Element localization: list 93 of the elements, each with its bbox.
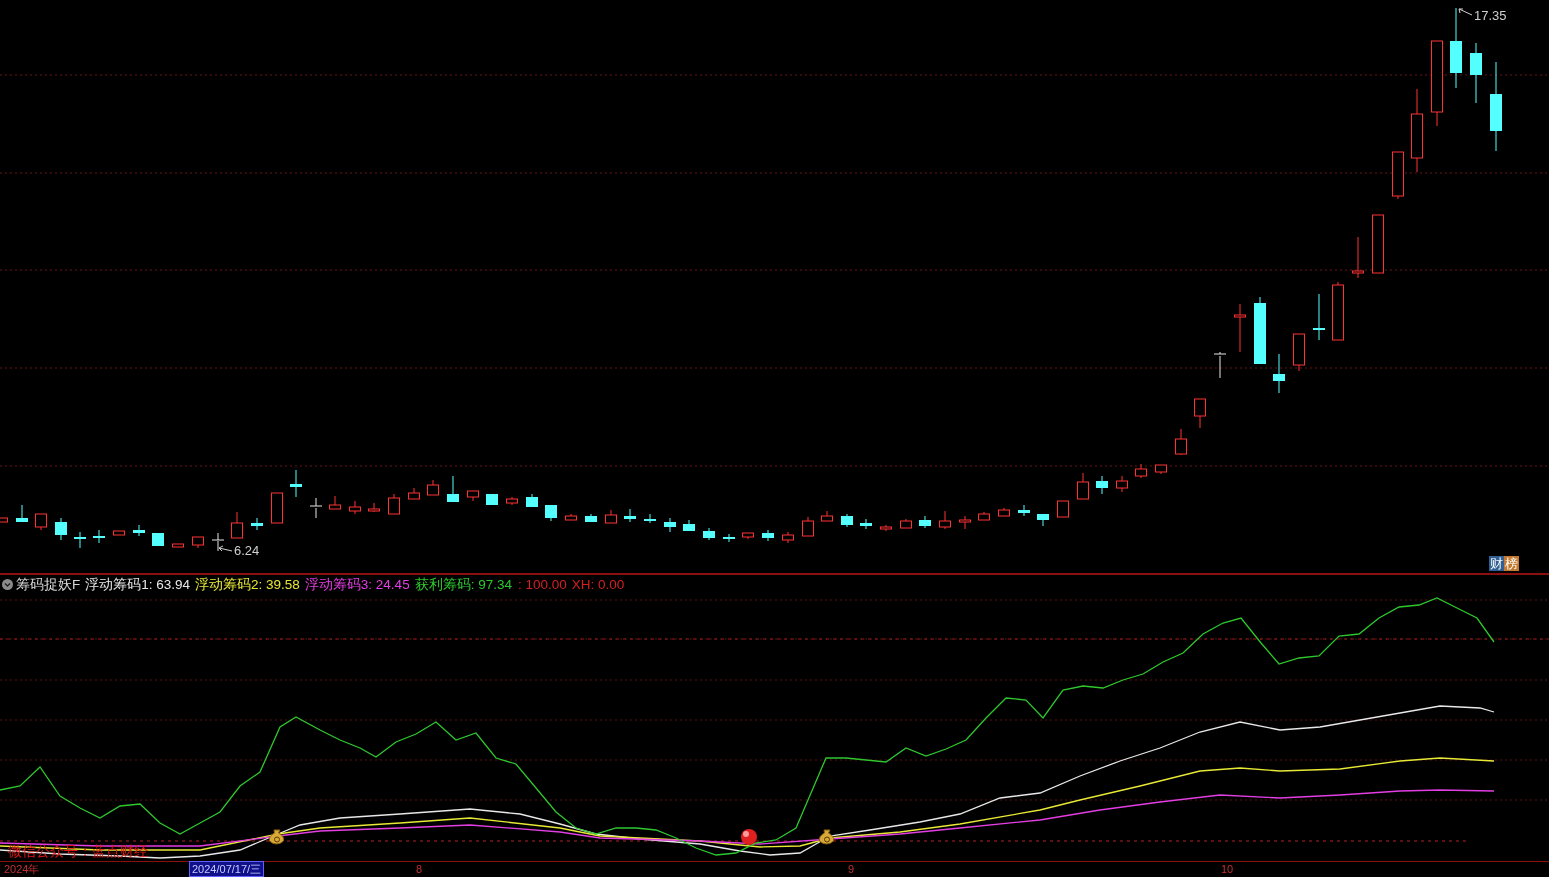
candlestick xyxy=(585,513,597,523)
candlestick xyxy=(545,504,557,522)
candlestick xyxy=(978,511,990,521)
candlestick xyxy=(860,518,872,530)
money-bag-icon xyxy=(818,829,835,845)
candlestick xyxy=(998,507,1010,517)
candlestick xyxy=(526,493,538,508)
candlestick xyxy=(74,531,86,549)
candlestick xyxy=(1116,475,1128,493)
candlestick xyxy=(742,532,754,540)
candlestick xyxy=(1057,500,1069,518)
candlestick xyxy=(349,500,361,515)
candlestick xyxy=(1352,236,1364,279)
candlestick xyxy=(1332,281,1344,341)
axis-label: 2024年 xyxy=(3,862,41,876)
candlestick xyxy=(1293,333,1305,372)
candlestick xyxy=(93,529,105,544)
candlestick xyxy=(1254,296,1266,365)
indicator-value: 浮动筹码2: 39.58 xyxy=(195,577,300,592)
axis-label: 10 xyxy=(1220,862,1235,876)
candlestick xyxy=(1037,513,1049,527)
candlestick xyxy=(1155,464,1167,475)
candlestick xyxy=(782,531,794,544)
candlestick xyxy=(841,513,853,528)
candlestick xyxy=(565,513,577,521)
leader-line xyxy=(1458,8,1473,16)
indicator-value: XH: 0.00 xyxy=(571,577,625,592)
candlestick xyxy=(1096,475,1108,495)
candlestick xyxy=(388,493,400,515)
candlestick xyxy=(762,529,774,542)
money-bag-icon xyxy=(268,829,285,845)
candlestick xyxy=(486,493,498,506)
candlestick xyxy=(133,524,145,537)
leader-line xyxy=(218,545,233,552)
candlestick xyxy=(605,509,617,524)
candlestick xyxy=(959,515,971,530)
candlestick xyxy=(329,495,341,510)
candlestick xyxy=(1470,42,1482,104)
candlestick xyxy=(290,469,302,498)
candlestick xyxy=(172,543,184,548)
candlestick xyxy=(506,496,518,506)
candlestick xyxy=(1392,151,1404,200)
candlestick xyxy=(427,479,439,496)
candlestick xyxy=(919,515,931,529)
candlestick xyxy=(723,533,735,543)
candlestick xyxy=(55,517,67,541)
indicator-value: 浮动筹码3: 24.45 xyxy=(304,577,410,592)
candlestick xyxy=(1273,353,1285,394)
candlestick xyxy=(624,508,636,523)
candlestick xyxy=(821,510,833,522)
candlestick xyxy=(16,504,28,523)
axis-label: 9 xyxy=(847,862,856,876)
ball-icon xyxy=(741,829,757,845)
candlestick xyxy=(408,487,420,500)
candlestick xyxy=(664,517,676,533)
candlestick xyxy=(1194,398,1206,429)
candlestick xyxy=(467,490,479,502)
candlestick xyxy=(271,492,283,524)
candlestick xyxy=(880,524,892,532)
candlestick xyxy=(939,510,951,530)
indicator-value: 获利筹码: 97.34 xyxy=(414,577,512,592)
candlestick xyxy=(211,532,225,552)
candlestick xyxy=(113,530,125,536)
candlestick xyxy=(231,511,243,539)
candlestick xyxy=(703,527,715,541)
candlestick xyxy=(368,502,380,513)
candlestick xyxy=(1018,504,1030,517)
price-label: 6.24 xyxy=(234,544,260,558)
axis-label: 8 xyxy=(415,862,424,876)
candlestick xyxy=(644,513,656,524)
candlestick xyxy=(309,497,323,519)
candlestick xyxy=(0,517,8,523)
axis-label: 2024/07/17/三 xyxy=(190,862,264,876)
candlestick xyxy=(1213,351,1227,379)
candlestick xyxy=(802,516,814,537)
candlestick xyxy=(1313,293,1325,341)
candlestick xyxy=(251,517,263,531)
candlestick xyxy=(152,532,164,547)
indicator-name: 筹码捉妖F xyxy=(16,577,81,592)
candlestick xyxy=(35,513,47,531)
dropdown-icon[interactable] xyxy=(2,579,13,590)
candlestick xyxy=(447,475,459,503)
candlestick xyxy=(1135,463,1147,479)
indicator-value: 浮动筹码1: 63.94 xyxy=(85,577,191,592)
candlestick xyxy=(192,536,204,549)
candlestick xyxy=(1077,472,1089,500)
candlestick xyxy=(1175,428,1187,456)
indicator-value: : 100.00 xyxy=(517,577,567,592)
candlestick xyxy=(1234,303,1246,353)
candlestick xyxy=(1372,214,1384,274)
candlestick xyxy=(683,519,695,532)
price-label: 17.35 xyxy=(1474,9,1507,23)
candlestick xyxy=(900,518,912,529)
